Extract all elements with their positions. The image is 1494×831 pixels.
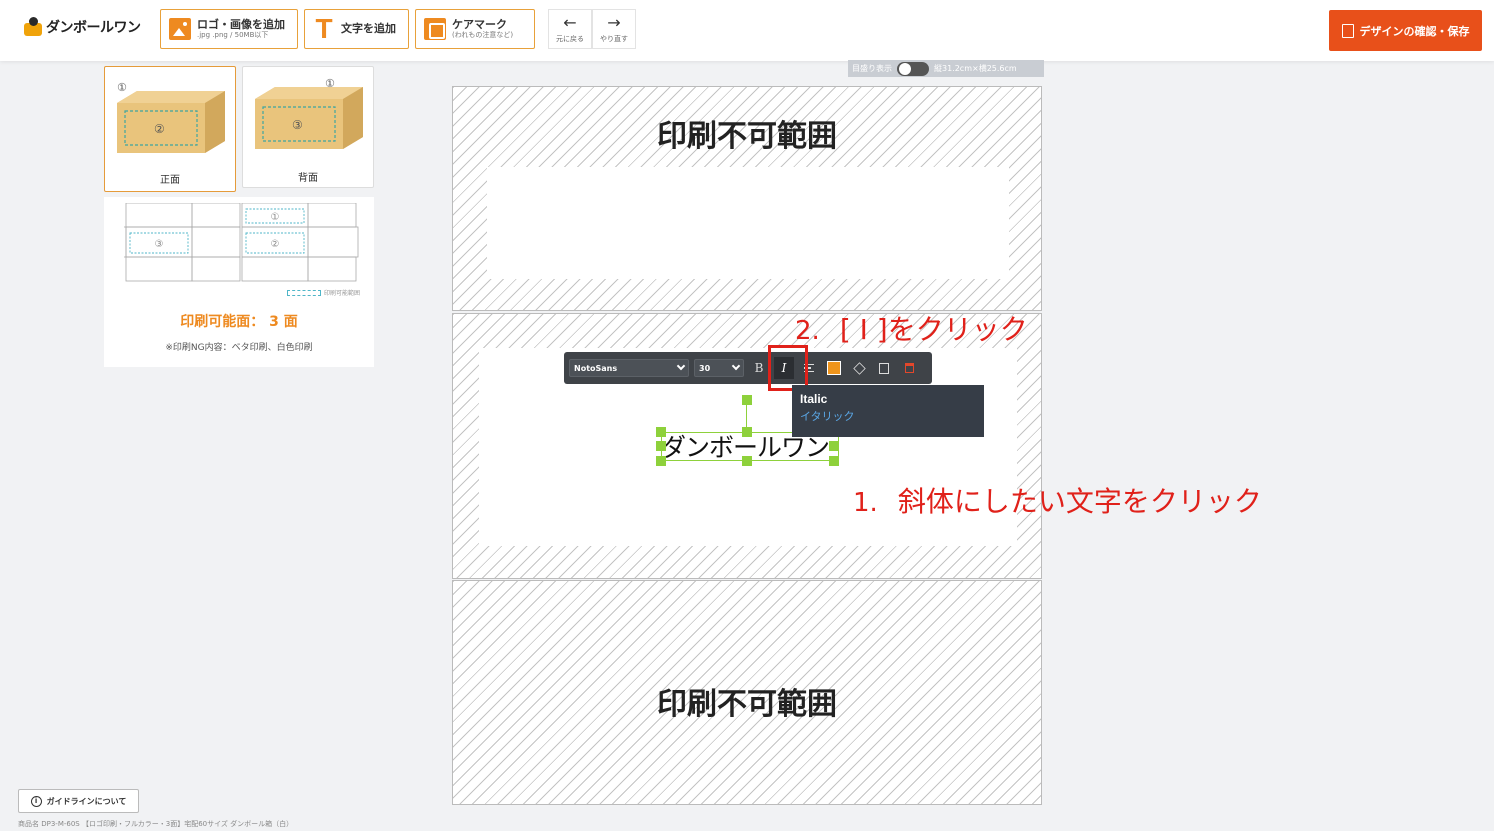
guideline-label: ガイドラインについて — [46, 796, 127, 806]
net-marker-1: ① — [271, 212, 280, 223]
face-label-front: 正面 — [160, 175, 180, 186]
resize-handle-tm[interactable] — [742, 427, 752, 437]
product-name: 商品名 DP3-M-60S 【ロゴ印刷・フルカラー・3面】宅配60サイズ ダンボ… — [18, 820, 294, 828]
face-label-back: 背面 — [298, 173, 318, 184]
printable-area-legend: 印刷可能範囲 — [286, 288, 360, 297]
no-print-label-top: 印刷不可範囲 — [657, 119, 837, 154]
save-design-button[interactable]: デザインの確認・保存 — [1329, 10, 1482, 51]
resize-handle-ml[interactable] — [656, 441, 666, 451]
add-logo-sub: .jpg .png / 50MB以下 — [197, 31, 269, 40]
header: ダンボールワン ロゴ・画像を追加 .jpg .png / 50MB以下 T 文字… — [0, 0, 1494, 61]
no-print-area-bottom: 印刷不可範囲 — [452, 580, 1042, 805]
box-back-image: ① ③ — [255, 77, 363, 149]
no-print-label-bottom: 印刷不可範囲 — [657, 687, 837, 722]
undo-label: 元に戻る — [556, 34, 584, 43]
info-icon: i — [30, 795, 42, 807]
care-mark-sub: (われもの注意など) — [452, 31, 514, 40]
add-text-label: 文字を追加 — [341, 22, 396, 36]
front-marker-2: ② — [154, 122, 165, 136]
resize-handle-br[interactable] — [829, 456, 839, 466]
resize-handle-bm[interactable] — [742, 456, 752, 466]
care-mark-button[interactable]: ケアマーク (われもの注意など) — [415, 9, 535, 49]
ruler-toggle-bar: 目盛り表示 縦31.2cm×横25.6cm — [848, 60, 1044, 77]
step-1-number: 1. — [853, 488, 878, 518]
back-marker-3: ③ — [292, 118, 303, 132]
layers-icon — [852, 361, 866, 375]
font-family-value: NotoSans — [574, 363, 618, 373]
legend-label: 印刷可能範囲 — [323, 290, 360, 297]
font-size-value: 30 — [699, 363, 711, 373]
tooltip-japanese: イタリック — [800, 410, 855, 423]
guideline-button[interactable]: i ガイドラインについて — [18, 789, 139, 813]
ruler-toggle[interactable] — [897, 61, 929, 76]
layer-button[interactable] — [849, 357, 869, 379]
box-front-image: ① ② — [117, 81, 225, 153]
save-design-label: デザインの確認・保存 — [1359, 24, 1470, 38]
annotation-step-1: 1. 斜体にしたい文字をクリック — [853, 480, 1262, 520]
step-2-number: 2. — [795, 316, 820, 346]
resize-handle-mr[interactable] — [829, 441, 839, 451]
color-button[interactable] — [824, 357, 844, 379]
net-marker-2: ② — [271, 239, 280, 250]
no-print-area-top: 印刷不可範囲 — [452, 86, 1042, 311]
box-net-diagram: ① ③ ② — [124, 203, 359, 282]
rotate-handle[interactable] — [742, 395, 752, 405]
add-logo-button[interactable]: ロゴ・画像を追加 .jpg .png / 50MB以下 — [160, 9, 298, 49]
care-mark-label: ケアマーク — [452, 18, 507, 32]
add-text-button[interactable]: T 文字を追加 — [304, 9, 409, 49]
print-ng-note: ※印刷NG内容：ベタ印刷、白色印刷 — [165, 343, 313, 353]
text-icon: T — [315, 13, 333, 44]
trash-icon — [904, 363, 914, 373]
logo-text: ダンボールワン — [46, 20, 141, 36]
duplicate-button[interactable] — [874, 357, 894, 379]
add-logo-label: ロゴ・画像を追加 — [197, 18, 285, 32]
delete-button[interactable] — [899, 357, 919, 379]
print-guide-panel: ① ③ ② 印刷可能範囲 印刷可能面： 3 面 ※印刷NG内容：ベタ印刷、白色印… — [104, 197, 374, 367]
redo-button[interactable]: → やり直す — [592, 9, 636, 49]
color-swatch — [827, 361, 841, 375]
arrow-left-icon: ← — [563, 12, 577, 32]
tooltip-english: Italic — [800, 392, 828, 406]
care-mark-icon — [424, 18, 446, 40]
resize-handle-bl[interactable] — [656, 456, 666, 466]
back-marker-1: ① — [325, 77, 335, 90]
chevron-down-icon — [731, 361, 741, 371]
font-size-select[interactable]: 30 — [694, 359, 744, 377]
top-printable-strip — [487, 167, 1009, 279]
front-marker-1: ① — [117, 81, 127, 94]
step-2-text: [ I ]をクリック — [839, 313, 1028, 346]
face-card-front[interactable]: ① ② 正面 — [104, 66, 236, 192]
net-marker-3: ③ — [155, 239, 164, 250]
resize-handle-tl[interactable] — [656, 427, 666, 437]
annotation-step-2: 2. [ I ]をクリック — [795, 308, 1028, 348]
logo[interactable]: ダンボールワン — [24, 17, 141, 37]
arrow-right-icon: → — [607, 12, 621, 32]
text-toolbar: NotoSans 30 B I — [564, 352, 932, 384]
step-1-text: 斜体にしたい文字をクリック — [897, 485, 1262, 518]
document-edit-icon — [1341, 23, 1354, 38]
undo-button[interactable]: ← 元に戻る — [548, 9, 592, 49]
image-icon — [169, 18, 191, 40]
canvas-dimensions: 縦31.2cm×横25.6cm — [934, 64, 1017, 73]
bold-button[interactable]: B — [749, 357, 769, 379]
redo-label: やり直す — [600, 34, 628, 43]
italic-tooltip: Italic イタリック — [792, 385, 984, 437]
face-card-back[interactable]: ① ③ 背面 — [242, 66, 374, 188]
logo-mark-icon — [24, 17, 42, 37]
ruler-label: 目盛り表示 — [852, 64, 892, 73]
font-family-select[interactable]: NotoSans — [569, 359, 689, 377]
duplicate-icon — [879, 362, 889, 374]
chevron-down-icon — [676, 361, 686, 371]
printable-faces-count: 印刷可能面： 3 面 — [180, 314, 298, 330]
